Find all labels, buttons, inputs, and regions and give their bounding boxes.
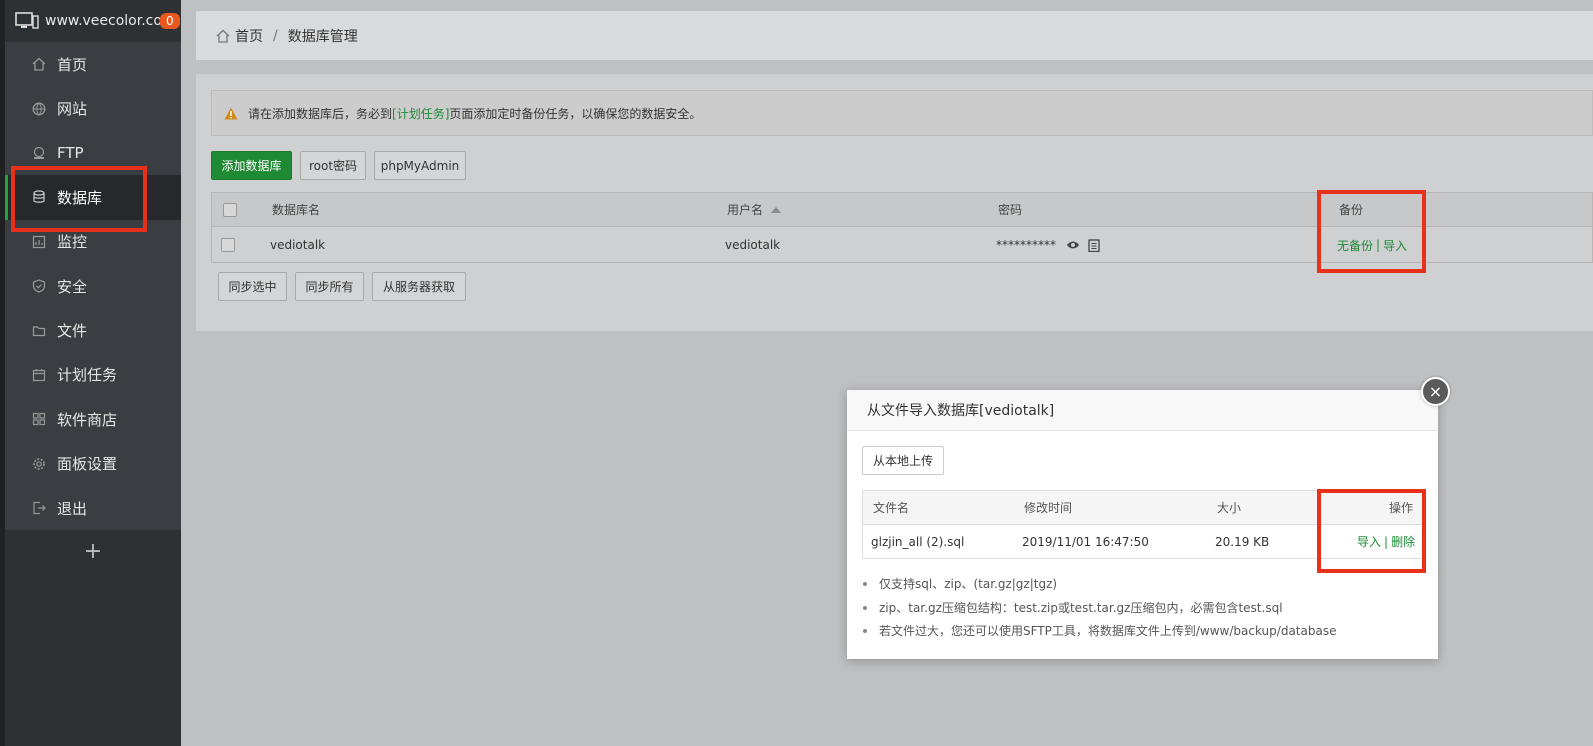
home-icon xyxy=(216,29,230,43)
site-header[interactable]: www.veecolor.com 0 xyxy=(5,0,181,42)
gear-icon xyxy=(31,456,47,472)
sidebar: www.veecolor.com 0 首页 网站 FTP 数据库 监控 安全 xyxy=(0,0,181,746)
note-item: zip、tar.gz压缩包结构：test.zip或test.tar.gz压缩包内… xyxy=(862,600,1336,624)
root-password-button[interactable]: root密码 xyxy=(300,151,366,180)
col-size: 大小 xyxy=(1217,501,1242,515)
notification-badge[interactable]: 0 xyxy=(160,13,180,29)
ftp-icon xyxy=(31,145,47,161)
db-name-cell: vediotalk xyxy=(270,238,326,252)
site-name: www.veecolor.com xyxy=(45,13,160,29)
breadcrumb: 首页 / 数据库管理 xyxy=(196,11,1593,60)
sidebar-item-home[interactable]: 首页 xyxy=(5,42,181,86)
alert-text-before: 请在添加数据库后，务必到 xyxy=(248,106,393,121)
shield-icon xyxy=(31,278,47,294)
sidebar-item-cron[interactable]: 计划任务 xyxy=(5,353,181,397)
username-cell: vediotalk xyxy=(725,238,781,252)
breadcrumb-home-link[interactable]: 首页 xyxy=(235,26,263,46)
password-mask: ********** xyxy=(996,238,1056,252)
col-filename: 文件名 xyxy=(873,501,910,515)
close-dialog-button[interactable]: × xyxy=(1421,377,1450,406)
col-modified-time: 修改时间 xyxy=(1024,501,1073,515)
sidebar-item-settings[interactable]: 面板设置 xyxy=(5,442,181,486)
highlight-database-nav xyxy=(11,166,147,232)
phpmyadmin-button[interactable]: phpMyAdmin xyxy=(374,151,466,180)
sidebar-item-label: FTP xyxy=(57,143,84,162)
sidebar-item-label: 安全 xyxy=(57,277,88,296)
monitor-icon xyxy=(15,12,39,29)
copy-icon[interactable] xyxy=(1088,238,1100,252)
upload-local-button[interactable]: 从本地上传 xyxy=(862,446,945,475)
sidebar-item-app-store[interactable]: 软件商店 xyxy=(5,397,181,441)
note-item: 若文件过大，您还可以使用SFTP工具，将数据库文件上传到/www/backup/… xyxy=(862,623,1336,647)
highlight-operations-column xyxy=(1317,489,1426,573)
import-notes-list: 仅支持sql、zip、(tar.gz|gz|tgz) zip、tar.gz压缩包… xyxy=(862,576,1336,647)
nav-menu: 首页 网站 FTP 数据库 监控 安全 文件 计划任务 软件商店 面板设置 退出 xyxy=(5,42,181,531)
col-password: 密码 xyxy=(998,203,1023,217)
dialog-title: 从文件导入数据库[vediotalk] xyxy=(847,390,1438,431)
sync-all-button[interactable]: 同步所有 xyxy=(295,272,364,301)
filename-cell: glzjin_all (2).sql xyxy=(871,534,965,549)
sidebar-item-label: 计划任务 xyxy=(57,366,118,385)
size-cell: 20.19 KB xyxy=(1215,534,1270,549)
sidebar-item-label: 软件商店 xyxy=(57,410,118,429)
sidebar-item-website[interactable]: 网站 xyxy=(5,86,181,130)
col-username[interactable]: 用户名 xyxy=(727,193,782,226)
apps-grid-icon xyxy=(31,411,47,427)
add-shortcut-button[interactable]: + xyxy=(5,530,181,572)
select-all-checkbox[interactable] xyxy=(223,202,237,217)
sort-asc-icon xyxy=(771,206,782,213)
sidebar-item-label: 网站 xyxy=(57,100,88,119)
modified-time-cell: 2019/11/01 16:47:50 xyxy=(1022,534,1149,549)
breadcrumb-current: 数据库管理 xyxy=(287,28,358,45)
note-item: 仅支持sql、zip、(tar.gz|gz|tgz) xyxy=(862,576,1336,600)
highlight-backup-column xyxy=(1317,190,1426,273)
sidebar-item-label: 退出 xyxy=(57,499,88,518)
backup-warning-alert: 请在添加数据库后，务必到 [计划任务] 页面添加定时备份任务，以确保您的数据安全… xyxy=(211,90,1593,136)
sidebar-item-label: 监控 xyxy=(57,233,88,252)
password-cell: ********** xyxy=(996,227,1100,263)
sidebar-item-label: 文件 xyxy=(57,322,88,341)
monitor-chart-icon xyxy=(31,234,47,250)
folder-icon xyxy=(31,323,47,339)
add-database-button[interactable]: 添加数据库 xyxy=(211,151,292,180)
warning-icon xyxy=(224,107,238,119)
sidebar-item-security[interactable]: 安全 xyxy=(5,264,181,308)
sidebar-item-label: 首页 xyxy=(57,55,88,74)
cron-task-link[interactable]: [计划任务] xyxy=(392,105,449,122)
sidebar-item-logout[interactable]: 退出 xyxy=(5,486,181,530)
globe-icon xyxy=(31,101,47,117)
home-icon xyxy=(31,56,47,72)
logout-icon xyxy=(31,500,47,516)
fetch-from-server-button[interactable]: 从服务器获取 xyxy=(372,272,466,301)
sidebar-item-label: 面板设置 xyxy=(57,455,118,474)
col-username-label: 用户名 xyxy=(727,203,764,217)
eye-icon[interactable] xyxy=(1066,240,1080,250)
breadcrumb-separator: / xyxy=(273,27,278,44)
col-db-name[interactable]: 数据库名 xyxy=(272,193,320,226)
calendar-icon xyxy=(31,367,47,383)
row-checkbox[interactable] xyxy=(221,238,235,252)
sync-selected-button[interactable]: 同步选中 xyxy=(218,272,287,301)
alert-text-after: 页面添加定时备份任务，以确保您的数据安全。 xyxy=(449,106,702,121)
sidebar-item-files[interactable]: 文件 xyxy=(5,308,181,352)
